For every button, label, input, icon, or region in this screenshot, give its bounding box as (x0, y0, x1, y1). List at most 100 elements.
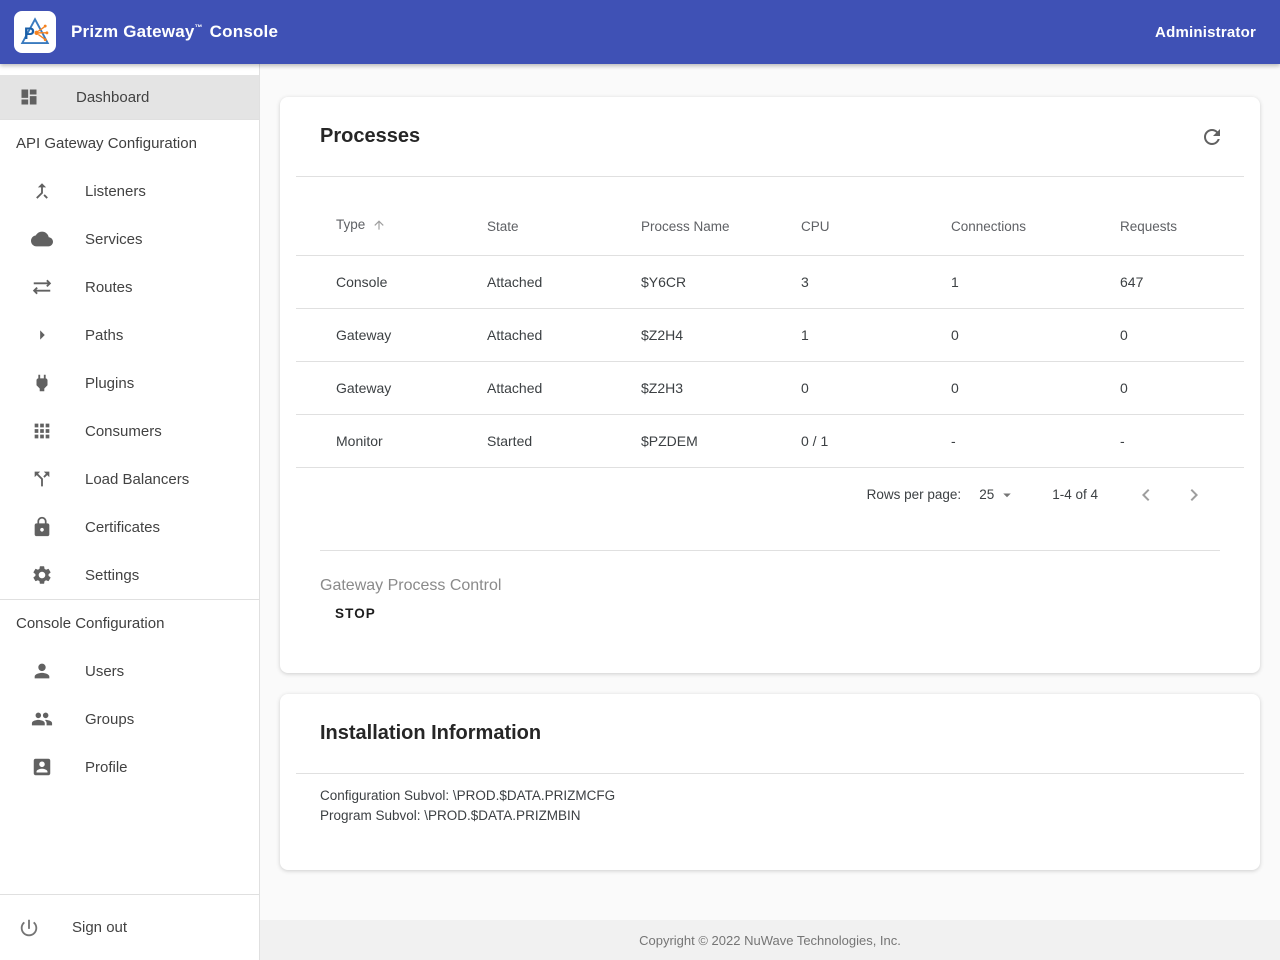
section-api-gateway-configuration: API Gateway Configuration (0, 120, 259, 167)
sidebar-item-load-balancers[interactable]: Load Balancers (0, 455, 259, 503)
next-page-button[interactable] (1182, 483, 1206, 507)
gear-icon (30, 563, 54, 587)
plug-icon (30, 371, 54, 395)
sidebar-item-label: Users (85, 663, 124, 680)
sidebar-item-profile[interactable]: Profile (0, 743, 259, 791)
sidebar-item-plugins[interactable]: Plugins (0, 359, 259, 407)
refresh-button[interactable] (1194, 119, 1230, 155)
column-header-type[interactable]: Type (296, 177, 487, 256)
cell-process-name: $Z2H4 (641, 309, 801, 362)
sidebar-item-certificates[interactable]: Certificates (0, 503, 259, 551)
sidebar-item-listeners[interactable]: Listeners (0, 167, 259, 215)
sidebar-item-label: Groups (85, 711, 134, 728)
chevron-right-icon (1182, 483, 1206, 507)
cell-type: Gateway (296, 309, 487, 362)
previous-page-button[interactable] (1134, 483, 1158, 507)
cell-process-name: $Y6CR (641, 256, 801, 309)
cell-state: Attached (487, 256, 641, 309)
column-header-cpu[interactable]: CPU (801, 177, 951, 256)
stop-button[interactable]: STOP (327, 604, 384, 623)
installation-information-card: Installation Information Configuration S… (280, 694, 1260, 870)
sign-out-button[interactable]: Sign out (0, 894, 259, 960)
sidebar-item-label: Routes (85, 279, 133, 296)
app-logo: P (14, 11, 56, 53)
cell-connections: 0 (951, 362, 1120, 415)
page-title: Prizm Gateway™ Console (71, 22, 278, 42)
column-header-state[interactable]: State (487, 177, 641, 256)
refresh-icon (1200, 125, 1224, 149)
sidebar-item-label: Services (85, 231, 143, 248)
rows-per-page-value: 25 (979, 487, 994, 502)
column-header-connections[interactable]: Connections (951, 177, 1120, 256)
cell-connections: - (951, 415, 1120, 468)
cell-connections: 0 (951, 309, 1120, 362)
table-row[interactable]: Gateway Attached $Z2H3 0 0 0 (296, 362, 1244, 415)
gateway-process-control-label: Gateway Process Control (320, 577, 1220, 595)
sidebar-item-dashboard[interactable]: Dashboard (0, 75, 259, 119)
cell-connections: 1 (951, 256, 1120, 309)
main-content: Processes Type State Process Name C (260, 64, 1280, 960)
column-header-requests[interactable]: Requests (1120, 177, 1244, 256)
cell-cpu: 3 (801, 256, 951, 309)
cloud-icon (30, 227, 54, 251)
sidebar-item-routes[interactable]: Routes (0, 263, 259, 311)
sidebar-item-groups[interactable]: Groups (0, 695, 259, 743)
sidebar-item-users[interactable]: Users (0, 647, 259, 695)
rows-per-page-label: Rows per page: (867, 487, 962, 502)
installation-card-title: Installation Information (320, 722, 541, 745)
app-bar: P Prizm Gateway™ Console Administrator (0, 0, 1280, 64)
cell-requests: - (1120, 415, 1244, 468)
account-box-icon (30, 755, 54, 779)
sort-ascending-icon (372, 218, 386, 235)
cell-cpu: 0 (801, 362, 951, 415)
table-header-row: Type State Process Name CPU Connections … (296, 177, 1244, 256)
configuration-subvol-line: Configuration Subvol: \PROD.$DATA.PRIZMC… (320, 786, 1220, 806)
processes-card-title: Processes (320, 125, 420, 148)
swap-arrows-icon (30, 275, 54, 299)
table-row[interactable]: Gateway Attached $Z2H4 1 0 0 (296, 309, 1244, 362)
gateway-process-control: Gateway Process Control STOP (280, 551, 1260, 673)
sidebar-item-label: Certificates (85, 519, 160, 536)
sidebar-item-label: Profile (85, 759, 128, 776)
sidebar-item-label: Listeners (85, 183, 146, 200)
cell-cpu: 1 (801, 309, 951, 362)
table-row[interactable]: Monitor Started $PZDEM 0 / 1 - - (296, 415, 1244, 468)
sidebar-item-services[interactable]: Services (0, 215, 259, 263)
chevron-down-icon (998, 486, 1016, 504)
person-icon (30, 659, 54, 683)
chevron-left-icon (1134, 483, 1158, 507)
cell-cpu: 0 / 1 (801, 415, 951, 468)
cell-process-name: $PZDEM (641, 415, 801, 468)
table-row[interactable]: Console Attached $Y6CR 3 1 647 (296, 256, 1244, 309)
prism-logo-icon: P (18, 15, 52, 49)
pagination-range: 1-4 of 4 (1052, 487, 1098, 502)
people-icon (30, 707, 54, 731)
copyright-text: Copyright © 2022 NuWave Technologies, In… (639, 933, 901, 948)
sidebar-item-label: Paths (85, 327, 123, 344)
cell-requests: 647 (1120, 256, 1244, 309)
cell-requests: 0 (1120, 309, 1244, 362)
trademark-symbol: ™ (195, 23, 203, 32)
arrow-right-icon (30, 323, 54, 347)
cell-type: Gateway (296, 362, 487, 415)
apps-grid-icon (30, 419, 54, 443)
merge-type-icon (30, 179, 54, 203)
copyright-footer: Copyright © 2022 NuWave Technologies, In… (260, 920, 1280, 960)
sign-out-label: Sign out (72, 919, 127, 936)
call-split-icon (30, 467, 54, 491)
sidebar-item-settings[interactable]: Settings (0, 551, 259, 599)
processes-card: Processes Type State Process Name C (280, 97, 1260, 673)
sidebar-item-label: Load Balancers (85, 471, 189, 488)
sidebar-item-consumers[interactable]: Consumers (0, 407, 259, 455)
cell-type: Monitor (296, 415, 487, 468)
cell-requests: 0 (1120, 362, 1244, 415)
processes-table: Type State Process Name CPU Connections … (296, 177, 1244, 468)
column-header-process-name[interactable]: Process Name (641, 177, 801, 256)
cell-process-name: $Z2H3 (641, 362, 801, 415)
sidebar-item-paths[interactable]: Paths (0, 311, 259, 359)
cell-state: Attached (487, 362, 641, 415)
user-label[interactable]: Administrator (1155, 24, 1256, 41)
rows-per-page-select[interactable]: 25 (979, 486, 1016, 504)
svg-text:P: P (24, 25, 35, 43)
power-icon (17, 916, 41, 940)
